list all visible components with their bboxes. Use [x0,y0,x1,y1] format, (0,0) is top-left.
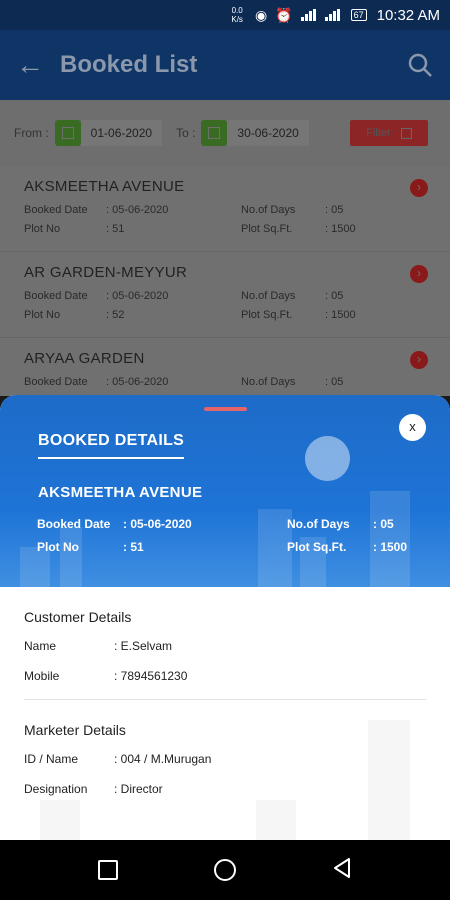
calendar-icon[interactable] [201,120,228,146]
no-of-days-label: No.of Days [287,517,350,531]
chevron-right-icon[interactable]: › [410,265,428,283]
booked-date-value: : 05-06-2020 [106,290,169,302]
divider [24,699,426,700]
booked-date-value: : 05-06-2020 [106,204,169,216]
decorative-circle [305,436,350,481]
id-name-label: ID / Name [24,752,79,766]
page-title: Booked List [60,51,198,78]
designation-value: : Director [114,782,163,796]
mobile-value[interactable]: : 7894561230 [114,669,187,683]
booked-date-value: : 05-06-2020 [123,517,192,531]
to-date-field[interactable]: 30-06-2020 [227,120,309,146]
filter-button[interactable]: Filter [350,120,428,146]
plot-no-label: Plot No [37,540,79,554]
booking-summary: Booked Date : 05-06-2020 No.of Days : 05… [37,517,423,554]
detail-row: Designation : Director [24,782,426,796]
booking-list: AKSMEETHA AVENUE › Booked Date : 05-06-2… [0,166,450,396]
back-arrow-icon[interactable]: ← [0,49,60,81]
app-bar: ← Booked List [0,30,450,100]
alarm-icon: ⏰ [275,6,293,23]
mobile-label: Mobile [24,669,60,683]
details-header: x BOOKED DETAILS AKSMEETHA AVENUE Booked… [0,395,450,587]
section-title: Customer Details [24,609,132,625]
no-of-days-value: : 05 [325,290,344,302]
booked-date-label: Booked Date [24,290,88,302]
plot-sqft-value: : 1500 [325,223,356,235]
plot-no-value: : 51 [123,540,144,554]
system-nav-bar [0,840,450,900]
hotspot-icon: ◉ [254,6,268,23]
booked-date-value: : 05-06-2020 [106,376,169,388]
property-name: AR GARDEN-MEYYUR [24,264,188,281]
detail-row: ID / Name : 004 / M.Murugan [24,752,426,766]
battery-icon: 67 [350,9,367,21]
plot-sqft-value: : 1500 [373,540,408,554]
signal-icon [300,9,317,21]
plot-no-value: : 52 [106,309,125,321]
net-speed: 0.0 K/s [231,6,243,24]
plot-no-value: : 51 [106,223,125,235]
date-filter-bar: From : 01-06-2020 To : 30-06-2020 Filter [0,100,450,166]
detail-row: Mobile : 7894561230 [24,669,426,683]
to-label: To : [176,126,196,140]
booked-date-label: Booked Date [24,204,88,216]
section-title: Marketer Details [24,722,126,738]
from-label: From : [14,126,49,140]
calendar-icon[interactable] [54,120,81,146]
no-of-days-label: No.of Days [241,290,296,302]
plot-sqft-label: Plot Sq.Ft. [241,223,293,235]
recents-icon[interactable] [98,860,118,880]
city-graphic [368,720,410,840]
city-graphic [40,800,80,840]
no-of-days-label: No.of Days [241,376,296,388]
chevron-right-icon[interactable]: › [410,351,428,369]
close-button[interactable]: x [399,414,426,441]
filter-button-label: Filter [366,127,391,139]
no-of-days-value: : 05 [325,376,344,388]
name-label: Name [24,639,57,653]
property-name: ARYAA GARDEN [24,350,145,367]
status-bar: 0.0 K/s ◉ ⏰ 67 10:32 AM [0,0,450,30]
sheet-title: BOOKED DETAILS [38,432,185,459]
from-date-field[interactable]: 01-06-2020 [80,120,163,146]
plot-no-label: Plot No [24,309,61,321]
booked-date-label: Booked Date [24,376,88,388]
plot-sqft-label: Plot Sq.Ft. [287,540,347,554]
back-icon[interactable] [332,857,352,884]
plot-no-label: Plot No [24,223,61,235]
no-of-days-value: : 05 [373,517,394,531]
property-name: AKSMEETHA AVENUE [24,178,185,195]
no-of-days-label: No.of Days [241,204,296,216]
booked-details-sheet: x BOOKED DETAILS AKSMEETHA AVENUE Booked… [0,395,450,840]
detail-row: Name : E.Selvam [24,639,426,653]
list-item[interactable]: ARYAA GARDEN › Booked Date : 05-06-2020 … [0,338,450,396]
list-item[interactable]: AKSMEETHA AVENUE › Booked Date : 05-06-2… [0,166,450,252]
id-name-value: : 004 / M.Murugan [114,752,212,766]
search-icon[interactable] [390,52,450,78]
no-of-days-value: : 05 [325,204,344,216]
drag-handle[interactable] [204,407,247,411]
plot-sqft-label: Plot Sq.Ft. [241,309,293,321]
property-name: AKSMEETHA AVENUE [38,484,203,501]
plot-sqft-value: : 1500 [325,309,356,321]
designation-label: Designation [24,782,88,796]
city-graphic [256,800,296,840]
booked-date-label: Booked Date [37,517,111,531]
filter-icon [400,127,412,139]
clock: 10:32 AM [376,6,440,24]
list-item[interactable]: AR GARDEN-MEYYUR › Booked Date : 05-06-2… [0,252,450,338]
home-icon[interactable] [214,859,236,881]
signal-icon-2 [324,9,341,21]
name-value: : E.Selvam [114,639,173,653]
customer-details: Customer Details Name : E.Selvam Mobile … [0,609,450,683]
chevron-right-icon[interactable]: › [410,179,428,197]
